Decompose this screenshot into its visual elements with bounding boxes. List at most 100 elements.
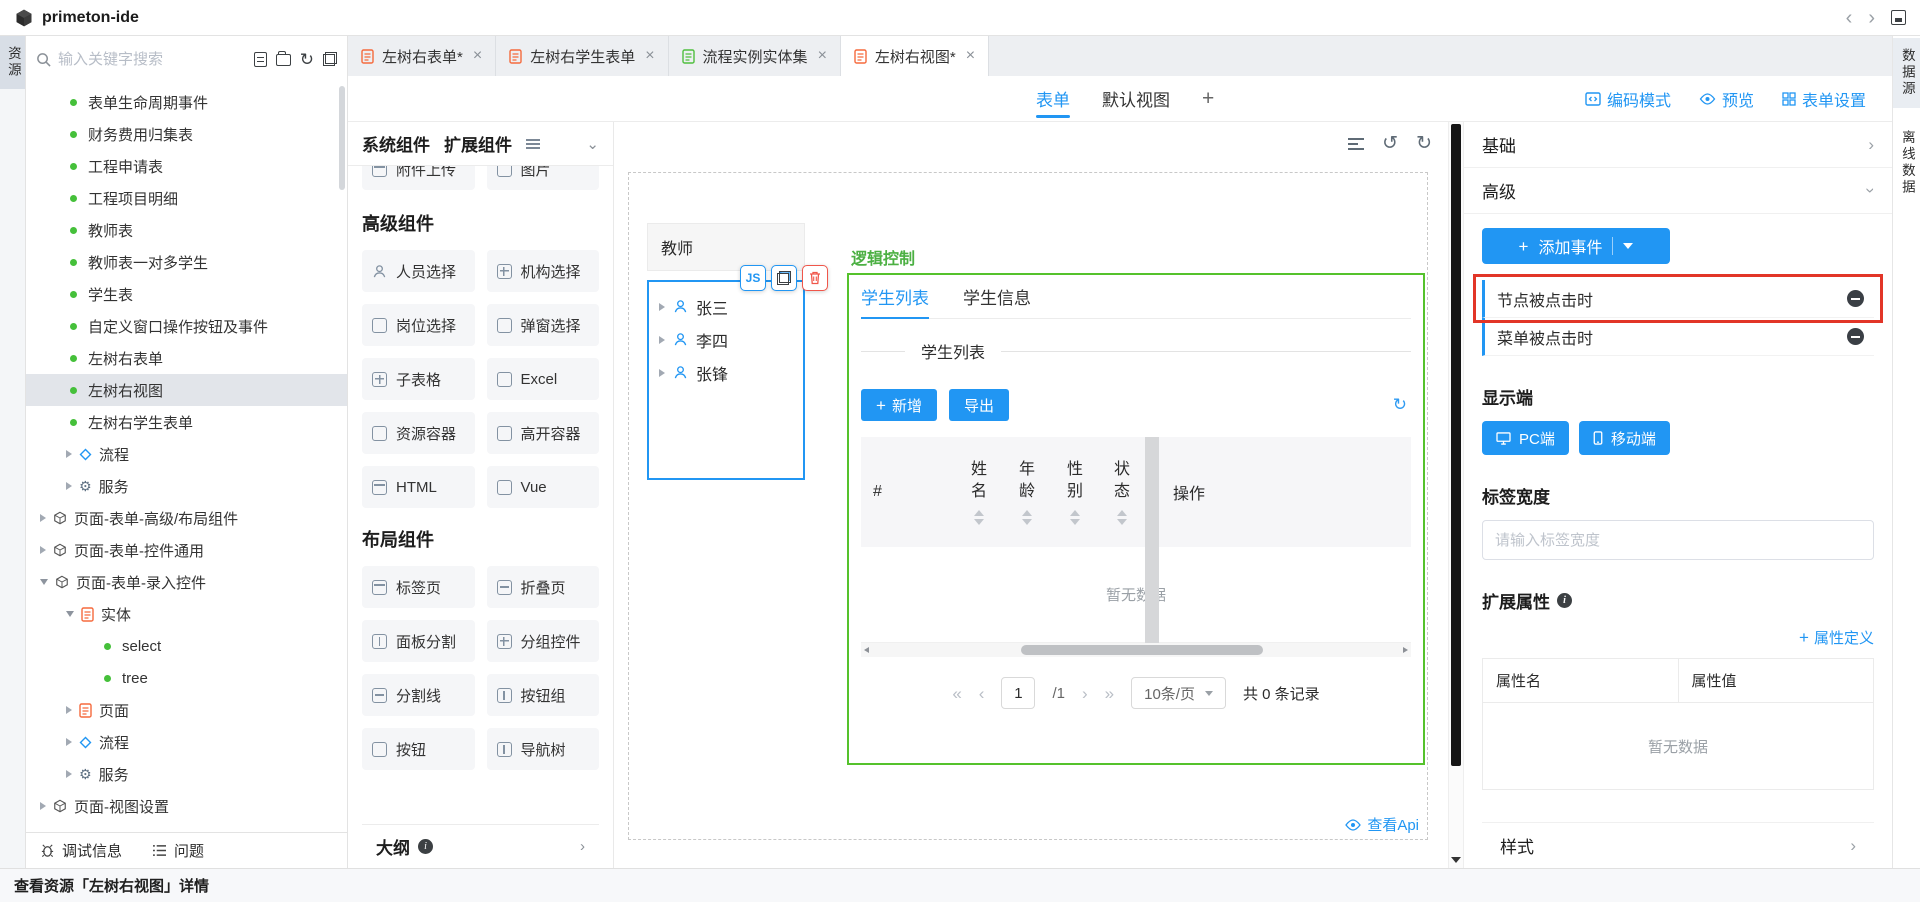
caret-right-icon[interactable] — [40, 546, 46, 554]
caret-right-icon[interactable] — [40, 802, 46, 810]
palette-item[interactable]: 面板分割 — [362, 620, 475, 662]
save-layout-icon[interactable] — [1891, 10, 1906, 25]
refresh-icon[interactable]: ↻ — [300, 51, 314, 68]
tree-item[interactable]: select — [26, 630, 347, 662]
preview-button[interactable]: 预览 — [1699, 87, 1754, 111]
tree-item[interactable]: 教师表一对多学生 — [26, 246, 347, 278]
scroll-left-icon[interactable] — [864, 647, 869, 653]
folder-icon[interactable] — [276, 54, 291, 66]
current-page[interactable]: 1 — [1001, 677, 1035, 709]
label-width-input[interactable] — [1482, 520, 1874, 560]
tree-item[interactable]: 页面 — [26, 694, 347, 726]
close-icon[interactable]: × — [473, 47, 482, 65]
tree-item[interactable]: 页面-表单-高级/布局组件 — [26, 502, 347, 534]
outline-panel-header[interactable]: 大纲 › — [362, 824, 599, 868]
js-script-button[interactable]: JS — [740, 265, 766, 291]
scroll-down-icon[interactable] — [1451, 857, 1461, 863]
undo-icon[interactable]: ↺ — [1382, 134, 1398, 153]
page-size-select[interactable]: 10条/页 — [1131, 677, 1226, 709]
format-icon[interactable] — [1348, 138, 1364, 150]
delete-button[interactable] — [802, 265, 828, 291]
tree-item[interactable]: 页面-表单-录入控件 — [26, 566, 347, 598]
palette-item[interactable]: 子表格 — [362, 358, 475, 400]
tab-student-info[interactable]: 学生信息 — [963, 275, 1031, 318]
tree-item[interactable]: 实体 — [26, 598, 347, 630]
tree-item[interactable]: 页面-表单-控件通用 — [26, 534, 347, 566]
caret-right-icon[interactable] — [66, 738, 72, 746]
palette-item[interactable]: 高开容器 — [487, 412, 600, 454]
remove-event-icon[interactable] — [1847, 290, 1864, 307]
tree-item[interactable]: 工程项目明细 — [26, 182, 347, 214]
define-property-link[interactable]: + 属性定义 — [1799, 627, 1874, 648]
palette-item[interactable]: HTML — [362, 466, 475, 508]
tree-item[interactable]: tree — [26, 662, 347, 694]
column-gender[interactable]: 性别 — [1051, 437, 1099, 547]
palette-item[interactable]: 按钮 — [362, 728, 475, 770]
tree-node[interactable]: 张三 — [649, 290, 803, 323]
rail-tab-datasource[interactable]: 数据源 — [1893, 38, 1920, 108]
prev-page-icon[interactable]: ‹ — [979, 685, 985, 702]
caret-right-icon[interactable] — [66, 482, 72, 490]
teacher-tree-selected[interactable]: 张三 李四 张锋 — [647, 280, 805, 480]
tree-item-selected[interactable]: 左树右视图 — [26, 374, 347, 406]
tab-form[interactable]: 表单 — [1036, 76, 1070, 121]
palette-tab-extend[interactable]: 扩展组件 — [444, 131, 512, 156]
tree-item[interactable]: 流程 — [26, 438, 347, 470]
caret-right-icon[interactable] — [66, 450, 72, 458]
code-mode-button[interactable]: 编码模式 — [1585, 87, 1671, 111]
redo-icon[interactable]: ↻ — [1416, 134, 1432, 153]
palette-tab-system[interactable]: 系统组件 — [362, 131, 430, 156]
palette-item[interactable]: 分割线 — [362, 674, 475, 716]
debug-info-button[interactable]: 调试信息 — [40, 840, 122, 861]
tree-item[interactable]: 自定义窗口操作按钮及事件 — [26, 310, 347, 342]
palette-item[interactable]: 图片 — [487, 166, 600, 190]
caret-down-icon[interactable] — [66, 611, 74, 617]
tree-item[interactable]: 页面-视图设置 — [26, 790, 347, 822]
palette-item[interactable]: 附件上传 — [362, 166, 475, 190]
section-style[interactable]: 样式 › — [1482, 822, 1874, 868]
palette-item[interactable]: 折叠页 — [487, 566, 600, 608]
tree-item[interactable]: 表单生命周期事件 — [26, 86, 347, 118]
refresh-grid-icon[interactable]: ↻ — [1393, 395, 1407, 415]
tree-item[interactable]: 财务费用归集表 — [26, 118, 347, 150]
tree-node[interactable]: 张锋 — [649, 356, 803, 389]
section-basic[interactable]: 基础 › — [1464, 122, 1892, 168]
close-icon[interactable]: × — [818, 47, 827, 65]
tree-item[interactable]: 左树右表单 — [26, 342, 347, 374]
sort-icon[interactable] — [1070, 510, 1080, 525]
scroll-right-icon[interactable] — [1403, 647, 1408, 653]
doc-tab[interactable]: 左树右学生表单 × — [496, 36, 668, 76]
next-page-icon[interactable]: › — [1082, 685, 1088, 702]
sort-icon[interactable] — [974, 510, 984, 525]
palette-item[interactable]: 标签页 — [362, 566, 475, 608]
column-name[interactable]: 姓名 — [955, 437, 1003, 547]
chevron-down-icon[interactable]: ⌄ — [586, 135, 599, 153]
caret-right-icon[interactable] — [66, 770, 72, 778]
close-icon[interactable]: × — [966, 47, 975, 65]
caret-right-icon[interactable] — [40, 514, 46, 522]
palette-item[interactable]: 岗位选择 — [362, 304, 475, 346]
canvas-scrollbar[interactable] — [1448, 122, 1464, 868]
palette-item[interactable]: Excel — [487, 358, 600, 400]
caret-right-icon[interactable] — [66, 706, 72, 714]
caret-right-icon[interactable] — [659, 369, 665, 377]
mobile-target-button[interactable]: 移动端 — [1579, 421, 1670, 455]
form-settings-button[interactable]: 表单设置 — [1782, 87, 1866, 111]
column-status[interactable]: 状态 — [1099, 437, 1145, 547]
scrollbar-thumb[interactable] — [1451, 124, 1461, 766]
last-page-icon[interactable]: » — [1105, 685, 1114, 702]
search-input[interactable] — [58, 51, 247, 68]
tree-item[interactable]: ⚙服务 — [26, 758, 347, 790]
tree-item[interactable]: 教师表 — [26, 214, 347, 246]
caret-right-icon[interactable] — [659, 336, 665, 344]
rail-tab-offline-data[interactable]: 离线数据 — [1893, 118, 1920, 208]
first-page-icon[interactable]: « — [952, 685, 961, 702]
palette-item[interactable]: 分组控件 — [487, 620, 600, 662]
close-icon[interactable]: × — [645, 47, 654, 65]
section-advanced[interactable]: 高级 › — [1464, 168, 1892, 214]
rail-tab-resources[interactable]: 资源 — [0, 36, 25, 89]
column-age[interactable]: 年龄 — [1003, 437, 1051, 547]
pc-target-button[interactable]: PC端 — [1482, 421, 1569, 455]
palette-item[interactable]: Vue — [487, 466, 600, 508]
palette-item[interactable]: 人员选择 — [362, 250, 475, 292]
